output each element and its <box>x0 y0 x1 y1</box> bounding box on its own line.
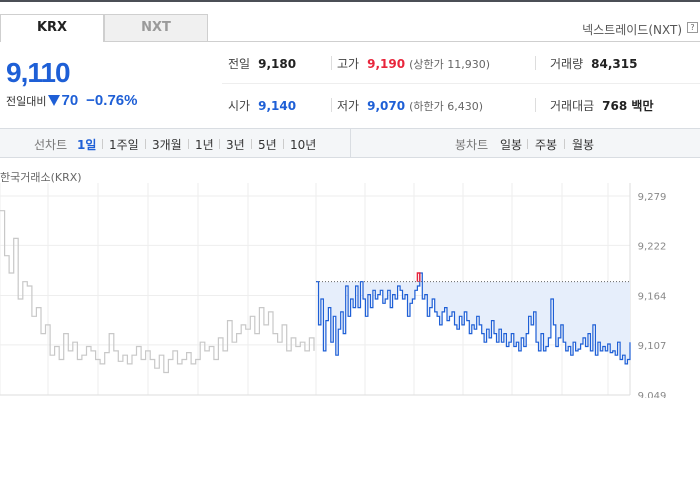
stat-divider <box>331 56 332 70</box>
period-separator <box>251 139 252 149</box>
stat-low: 저가 9,070 (하한가 6,430) <box>337 99 483 113</box>
controls-divider <box>350 129 351 158</box>
tab-nxt[interactable]: NXT <box>104 14 208 42</box>
period-separator <box>188 139 189 149</box>
period-3y[interactable]: 3년 <box>226 136 245 153</box>
price-stats: 전일 9,180 고가 9,190 (상한가 11,930) 거래량 84,315 시가… <box>214 42 700 128</box>
line-chart-label: 선차트 <box>34 138 68 152</box>
down-triangle-icon <box>48 95 61 106</box>
stat-divider <box>535 56 536 70</box>
stats-row-divider <box>222 83 700 84</box>
above-reference-segment <box>416 272 421 282</box>
current-price: 9,110 <box>6 57 71 88</box>
y-tick-label: 9,164 <box>638 292 667 303</box>
period-separator <box>564 139 565 149</box>
stat-amount: 거래대금 768 백만 <box>550 99 654 113</box>
y-tick-label: 9,279 <box>638 192 667 203</box>
candle-chart-label: 봉차트 <box>455 138 489 152</box>
stat-divider <box>331 98 332 112</box>
period-5y[interactable]: 5년 <box>258 136 277 153</box>
period-1d[interactable]: 1일 <box>77 136 96 153</box>
period-separator <box>145 139 146 149</box>
stat-prev-close: 전일 9,180 <box>228 57 297 71</box>
y-tick-label: 9,107 <box>638 341 667 352</box>
stat-open: 시가 9,140 <box>228 99 297 113</box>
period-1y[interactable]: 1년 <box>195 136 214 153</box>
change-percent: −0.76% <box>86 92 138 109</box>
stat-divider <box>535 98 536 112</box>
nxt-link[interactable]: 넥스트레이드(NXT) <box>582 21 682 38</box>
period-separator <box>283 139 284 149</box>
y-tick-label: 9,049 <box>638 391 667 398</box>
change-label: 전일대비 <box>6 94 47 108</box>
tab-krx[interactable]: KRX <box>0 14 104 42</box>
chart-controls: 선차트 1일 1주일 3개월 1년 3년 5년 10년 봉차트 일봉 주봉 월봉 <box>0 128 700 158</box>
stat-volume: 거래량 84,315 <box>550 57 638 71</box>
candle-weekly[interactable]: 주봉 <box>535 136 557 153</box>
help-icon[interactable]: ? <box>687 22 698 33</box>
price-change: 전일대비 70 −0.76% <box>6 92 137 109</box>
intraday-price-chart: 9,279 9,222 9,164 9,107 9,049 <box>0 183 667 398</box>
candle-daily[interactable]: 일봉 <box>500 136 522 153</box>
period-10y[interactable]: 10년 <box>290 136 316 153</box>
previous-day-line <box>0 210 315 374</box>
period-3m[interactable]: 3개월 <box>152 136 182 153</box>
period-separator <box>527 139 528 149</box>
top-border <box>0 0 700 2</box>
period-separator <box>102 139 103 149</box>
change-value: 70 <box>61 92 79 109</box>
period-separator <box>219 139 220 149</box>
candle-monthly[interactable]: 월봉 <box>572 136 594 153</box>
y-tick-label: 9,222 <box>638 241 667 252</box>
period-1w[interactable]: 1주일 <box>109 136 139 153</box>
stat-high: 고가 9,190 (상한가 11,930) <box>337 57 490 71</box>
